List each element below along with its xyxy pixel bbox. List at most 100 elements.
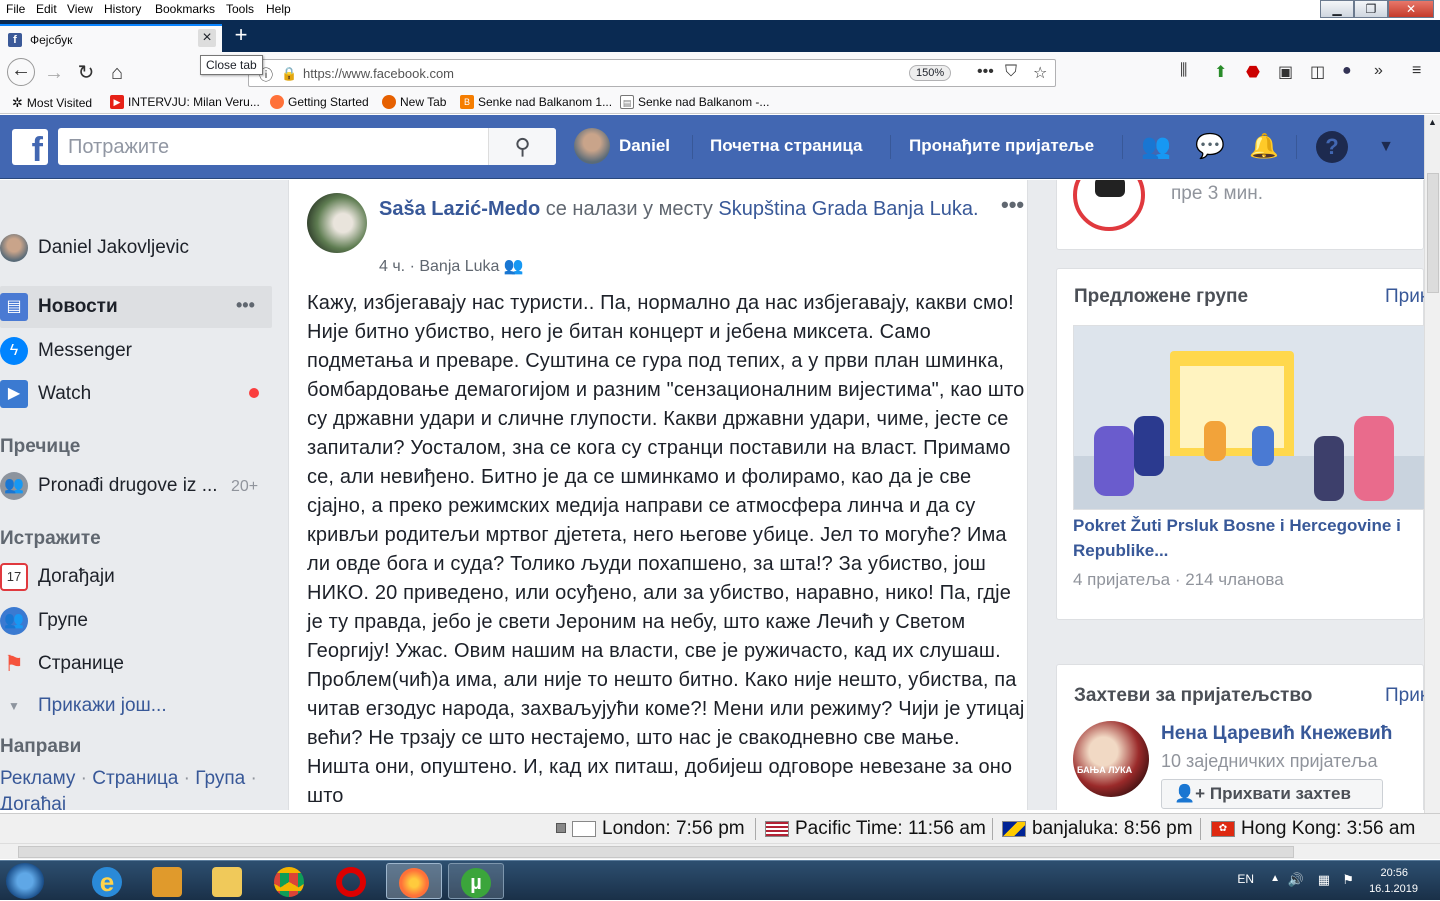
home-link[interactable]: Почетна страница — [710, 136, 863, 156]
sidebar-item-groups[interactable]: 👥 Групе — [0, 607, 88, 635]
profile-link[interactable]: Daniel — [619, 136, 670, 156]
menu-bookmarks[interactable]: Bookmarks — [155, 2, 215, 16]
menu-tools[interactable]: Tools — [226, 2, 254, 16]
create-group-link[interactable]: Група — [195, 768, 245, 789]
tray-expand-icon[interactable]: ▲ — [1270, 873, 1280, 884]
post-place-link[interactable]: Skupština Grada Banja Luka — [718, 198, 973, 220]
bookmark-star-icon[interactable]: ☆ — [1033, 63, 1047, 83]
horizontal-scrollbar[interactable] — [0, 843, 1440, 859]
taskbar-media[interactable] — [140, 863, 196, 899]
bookmark-intervju[interactable]: ▶ INTERVJU: Milan Veru... — [110, 95, 260, 109]
sidebar-item-events[interactable]: 17 Догађаји — [0, 563, 115, 591]
taskbar-firefox[interactable] — [386, 863, 442, 899]
sidebar-item-profile[interactable]: Daniel Jakovljevic — [0, 234, 189, 262]
lock-icon[interactable]: 🔒 — [281, 66, 297, 81]
pocket-icon[interactable]: ⛉ — [1005, 63, 1017, 81]
back-button[interactable]: ← — [7, 58, 35, 86]
vpn-icon[interactable]: ● — [1342, 62, 1352, 80]
create-page-link[interactable]: Страница — [92, 768, 178, 789]
tab-facebook[interactable]: f Фејсбук × — [0, 24, 222, 52]
taskbar-chrome[interactable] — [262, 863, 318, 899]
post-location[interactable]: Banja Luka — [419, 258, 499, 275]
language-indicator[interactable]: EN — [1237, 872, 1254, 886]
chevron-down-icon[interactable]: ▼ — [1370, 131, 1402, 163]
post-options-icon[interactable]: ••• — [1001, 192, 1024, 218]
find-friends-link[interactable]: Пронађите пријатеље — [909, 136, 1094, 156]
friend-requests-icon[interactable]: 👥 — [1140, 131, 1172, 163]
menu-view[interactable]: View — [67, 2, 93, 16]
minimize-button[interactable]: ▁ — [1320, 0, 1354, 18]
reload-button[interactable]: ↻ — [74, 62, 98, 86]
hamburger-menu-icon[interactable]: ≡ — [1412, 62, 1421, 80]
create-event-link[interactable]: Догађај — [0, 794, 66, 810]
overflow-icon[interactable]: » — [1374, 62, 1383, 80]
adblock-icon[interactable]: ⬣ — [1246, 62, 1260, 82]
messenger-icon[interactable]: 💬 — [1194, 131, 1226, 163]
create-ad-link[interactable]: Рекламу — [0, 768, 75, 789]
sidebar-item-messenger[interactable]: ϟ Messenger — [0, 337, 132, 365]
home-button[interactable]: ⌂ — [105, 62, 129, 86]
sidebar-icon[interactable]: ◫ — [1310, 62, 1325, 82]
post-timestamp[interactable]: 4 ч. — [379, 258, 405, 275]
avatar[interactable]: БАЊА ЛУКА — [1073, 721, 1149, 797]
screenshot-icon[interactable]: ▣ — [1278, 62, 1293, 82]
tray-clock-date[interactable]: 16.1.2019 — [1369, 883, 1418, 895]
bookmark-senke-2[interactable]: ▤ Senke nad Balkanom -... — [620, 95, 769, 109]
sidebar-item-see-more[interactable]: ▼ Прикажи још... — [0, 692, 167, 720]
page-actions-icon[interactable]: ••• — [977, 63, 994, 81]
zoom-indicator[interactable]: 150% — [909, 65, 952, 81]
maximize-button[interactable]: ❐ — [1354, 0, 1388, 18]
sidebar-item-shortcut[interactable]: 👥 Pronađi drugove iz ... — [0, 472, 218, 500]
network-icon[interactable]: ▦ — [1318, 872, 1330, 888]
help-icon[interactable]: ? — [1316, 131, 1348, 163]
vertical-scrollbar[interactable]: ▲ ▼ — [1424, 115, 1440, 843]
more-options-icon[interactable]: ••• — [236, 295, 255, 316]
volume-icon[interactable]: 🔊 — [1288, 872, 1304, 888]
suggested-group-name[interactable]: Pokret Žuti Prsluk Bosne i Hercegovine i… — [1073, 513, 1418, 563]
bookmark-new-tab[interactable]: New Tab — [382, 95, 446, 109]
sidebar-item-news[interactable]: ▤ Новости — [0, 293, 118, 321]
friends-audience-icon[interactable]: 👥 — [504, 258, 524, 275]
bookmark-getting-started[interactable]: Getting Started — [270, 95, 369, 109]
close-window-button[interactable]: ✕ — [1388, 0, 1434, 18]
scrollbar-thumb[interactable] — [1427, 173, 1439, 293]
menu-history[interactable]: History — [104, 2, 141, 16]
bookmark-most-visited[interactable]: ✲ Most Visited — [12, 95, 92, 111]
scroll-up-icon[interactable]: ▲ — [1428, 117, 1437, 127]
url-bar[interactable]: ⓘ 🔒 https://www.facebook.com 150% ••• ⛉ … — [248, 59, 1056, 87]
requester-name[interactable]: Нена Царевић Кнежевић — [1161, 723, 1392, 745]
search-input[interactable]: Потражите ⚲ — [58, 128, 556, 165]
scrollbar-thumb[interactable] — [18, 846, 1294, 858]
avatar[interactable] — [307, 193, 367, 253]
menu-help[interactable]: Help — [266, 2, 291, 16]
accept-request-button[interactable]: 👤+ Прихвати захтев — [1161, 779, 1383, 809]
taskbar-opera[interactable] — [324, 863, 380, 899]
mutual-friends: 10 заједничких пријатеља — [1161, 751, 1378, 771]
see-all-link[interactable]: Прик — [1385, 685, 1424, 707]
close-tab-icon[interactable]: × — [198, 29, 216, 47]
tray-clock-time[interactable]: 20:56 — [1380, 867, 1408, 879]
story-avatar[interactable] — [1073, 180, 1145, 231]
new-tab-button[interactable]: + — [230, 24, 252, 46]
avatar[interactable] — [574, 128, 610, 164]
bookmark-senke-1[interactable]: B Senke nad Balkanom 1... — [460, 95, 612, 109]
taskbar-ie[interactable]: e — [80, 863, 136, 899]
url-text[interactable]: https://www.facebook.com — [303, 66, 454, 81]
see-all-link[interactable]: Прик — [1385, 286, 1424, 308]
taskbar-explorer[interactable] — [200, 863, 256, 899]
notifications-bell-icon[interactable]: 🔔 — [1248, 131, 1280, 163]
facebook-logo-icon[interactable]: f — [12, 129, 48, 169]
group-cover-image[interactable] — [1073, 325, 1424, 510]
action-center-icon[interactable]: ⚑ — [1342, 872, 1354, 888]
menu-edit[interactable]: Edit — [36, 2, 57, 16]
start-button-icon[interactable] — [6, 863, 44, 899]
search-icon[interactable]: ⚲ — [488, 128, 556, 165]
sidebar-item-pages[interactable]: ⚑ Странице — [0, 650, 124, 678]
sidebar-item-watch[interactable]: ▶ Watch — [0, 380, 91, 408]
taskbar-utorrent[interactable]: µ — [448, 863, 504, 899]
extension-icon[interactable]: ⬆ — [1214, 62, 1227, 82]
menu-file[interactable]: File — [6, 2, 25, 16]
library-icon[interactable]: ⫼ — [1180, 62, 1187, 80]
post-author-link[interactable]: Saša Lazić-Medo — [379, 198, 540, 220]
forward-button[interactable]: → — [42, 62, 66, 86]
